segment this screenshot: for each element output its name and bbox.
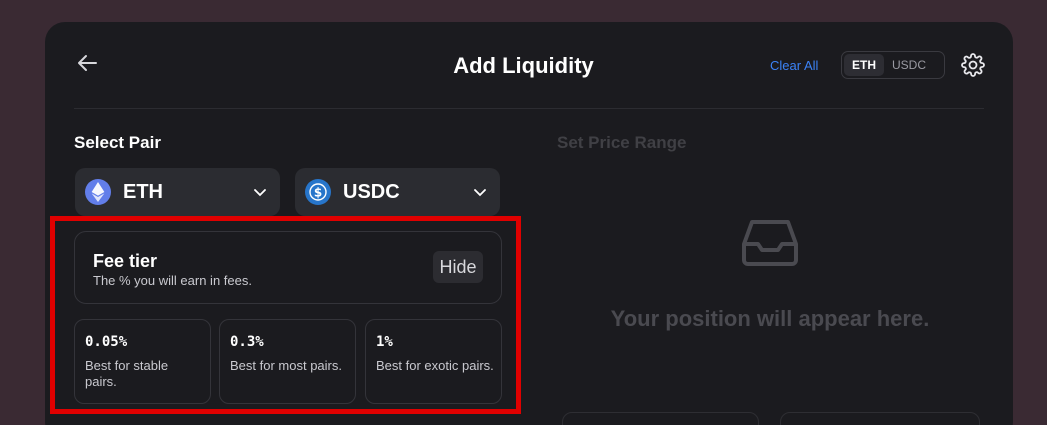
fee-tier-description: Best for exotic pairs.	[376, 358, 494, 373]
chevron-down-icon	[474, 189, 486, 197]
usdc-icon: $	[305, 179, 331, 205]
token-toggle: ETH USDC	[841, 51, 945, 79]
token-b-select[interactable]: $ USDC	[295, 168, 500, 216]
fee-tier-option-1[interactable]: 1% Best for exotic pairs.	[365, 319, 502, 404]
fee-tier-subtitle: The % you will earn in fees.	[93, 273, 252, 288]
fee-tier-description: Best for most pairs.	[230, 358, 342, 373]
fee-tier-value: 0.05%	[85, 334, 128, 350]
token-a-symbol: ETH	[123, 180, 163, 203]
clear-all-button[interactable]: Clear All	[770, 58, 818, 73]
header-divider	[74, 108, 984, 109]
ethereum-icon	[85, 179, 111, 205]
set-price-range-label: Set Price Range	[557, 133, 687, 152]
svg-text:$: $	[314, 186, 322, 200]
token-b-symbol: USDC	[343, 180, 400, 203]
select-pair-label: Select Pair	[74, 133, 161, 152]
min-price-box	[562, 412, 759, 425]
empty-position-message: Your position will appear here.	[610, 306, 930, 331]
gear-icon[interactable]	[961, 53, 985, 77]
hide-button[interactable]: Hide	[433, 251, 483, 283]
toggle-usdc[interactable]: USDC	[884, 54, 934, 76]
fee-tier-option-0-3[interactable]: 0.3% Best for most pairs.	[219, 319, 356, 404]
fee-tier-description: Best for stable pairs.	[85, 358, 169, 389]
fee-tier-title: Fee tier	[93, 251, 158, 271]
chevron-down-icon	[254, 189, 266, 197]
token-a-select[interactable]: ETH	[75, 168, 280, 216]
fee-tier-value: 1%	[376, 334, 393, 350]
fee-tier-value: 0.3%	[230, 334, 264, 350]
fee-tier-panel: Fee tier The % you will earn in fees. Hi…	[74, 231, 502, 304]
fee-tier-option-0-05[interactable]: 0.05% Best for stable pairs.	[74, 319, 211, 404]
inbox-icon	[742, 220, 798, 266]
max-price-box	[780, 412, 980, 425]
toggle-eth[interactable]: ETH	[844, 54, 884, 76]
